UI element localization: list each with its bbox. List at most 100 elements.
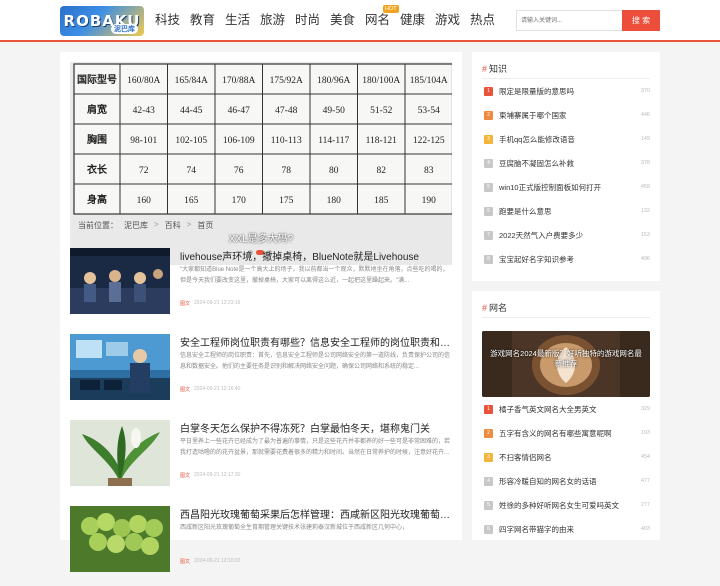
- size-table-cell: 175/92A: [270, 76, 303, 86]
- size-table-cell: 165: [184, 196, 199, 206]
- list-item[interactable]: 6 跑要是什么意思 132: [484, 199, 650, 223]
- list-item[interactable]: 3 不扫客情侣网名 454: [484, 445, 650, 469]
- article-title[interactable]: 白掌冬天怎么保护不得冻死？白掌最怕冬天，堪称鬼门关: [180, 420, 452, 435]
- breadcrumb-item-baike[interactable]: 百科: [165, 220, 181, 231]
- size-table-row-label: 身高: [87, 193, 107, 206]
- rank-badge: 6: [484, 524, 493, 534]
- nav-item-youxi[interactable]: 游戏: [430, 0, 465, 40]
- article-thumbnail[interactable]: [70, 334, 170, 400]
- view-count: 446: [640, 112, 650, 118]
- list-item-title[interactable]: 橘子香气英文网名大全男英文: [499, 404, 641, 415]
- list-item[interactable]: 2 柬埔寨属于哪个国家 446: [484, 103, 650, 127]
- logo-subtext: 泥巴库: [111, 24, 138, 34]
- article-category[interactable]: 图文: [180, 472, 190, 479]
- list-item-title[interactable]: 宝宝起好名字知识参考: [499, 254, 641, 265]
- article-item[interactable]: livehouse声环境，撤掉桌椅，BlueNote就是Livehouse "大…: [70, 248, 452, 328]
- hash-icon: #: [482, 64, 488, 74]
- list-item[interactable]: 5 win10正式版控制面板如何打开 459: [484, 175, 650, 199]
- list-item[interactable]: 7 2022天然气入户费要多少 153: [484, 223, 650, 247]
- view-count: 459: [640, 184, 650, 190]
- size-table-cell: 72: [139, 166, 149, 176]
- view-count: 403: [640, 526, 650, 532]
- list-item-title[interactable]: 2022天然气入户费要多少: [499, 230, 641, 241]
- article-item[interactable]: 安全工程师岗位职责有哪些？信息安全工程师的岗位职责和工作内容 信息安全工程师的岗…: [70, 334, 452, 414]
- list-item[interactable]: 8 宝宝起好名字知识参考 496: [484, 247, 650, 271]
- site-header: ROBAKU 泥巴库 科技 教育 生活 旅游 时尚 美食 网名 HOT 健康 游戏…: [0, 0, 720, 42]
- list-item-title[interactable]: 跑要是什么意思: [499, 206, 641, 217]
- nav-item-jiaoyu[interactable]: 教育: [185, 0, 220, 40]
- nav-item-shishang[interactable]: 时尚: [290, 0, 325, 40]
- nav-item-shenghuo[interactable]: 生活: [220, 0, 255, 40]
- list-item-title[interactable]: 豆腐脑不凝固怎么补救: [499, 158, 641, 169]
- list-item-title[interactable]: 四字网名带猫字的由来: [499, 524, 641, 535]
- list-item-title[interactable]: 姓徐的多种好听网名女生可爱吗英文: [499, 500, 641, 511]
- article-item[interactable]: 白掌冬天怎么保护不得冻死？白掌最怕冬天，堪称鬼门关 平日里养上一些花卉已经成为了…: [70, 420, 452, 500]
- rank-badge: 4: [484, 476, 493, 486]
- nav-item-lvyou[interactable]: 旅游: [255, 0, 290, 40]
- article-thumbnail[interactable]: [70, 248, 170, 314]
- nav-item-wangming[interactable]: 网名 HOT: [360, 0, 399, 40]
- article-category[interactable]: 图文: [180, 558, 190, 565]
- view-count: 477: [640, 478, 650, 484]
- list-item-title[interactable]: 五字有含义的网名有哪些寓意呢啊: [499, 428, 641, 439]
- sidebar-title-text: 网名: [489, 303, 508, 313]
- article-item[interactable]: 西昌阳光玫瑰葡萄采果后怎样管理：西咸新区阳光玫瑰葡萄采收 西咸新区阳光玫瑰葡萄全…: [70, 506, 452, 586]
- sidebar-feature-banner[interactable]: 游戏网名2024最新版？好听独特的游戏网名最新推荐: [482, 331, 650, 397]
- breadcrumb-item-home-site[interactable]: 泥巴库: [124, 220, 148, 231]
- rank-badge: 2: [484, 428, 493, 438]
- article-thumbnail[interactable]: [70, 420, 170, 486]
- size-table-cell: 51-52: [370, 106, 392, 116]
- list-item[interactable]: 4 形容冷暖自知的网名女的话语 477: [484, 469, 650, 493]
- nav-item-jiankang[interactable]: 健康: [395, 0, 430, 40]
- article-category[interactable]: 图文: [180, 386, 190, 393]
- list-item[interactable]: 1 橘子香气英文网名大全男英文 329: [484, 397, 650, 421]
- list-item-title[interactable]: 不扫客情侣网名: [499, 452, 641, 463]
- article-date: 2024-09-21 12:23:16: [194, 300, 241, 306]
- search-input[interactable]: [516, 10, 624, 31]
- sidebar-banner-caption[interactable]: 游戏网名2024最新版？好听独特的游戏网名最新推荐: [490, 349, 642, 369]
- article-title[interactable]: livehouse声环境，撤掉桌椅，BlueNote就是Livehouse: [180, 248, 452, 263]
- nav-item-redian[interactable]: 热点: [465, 0, 500, 40]
- list-item[interactable]: 2 五字有含义的网名有哪些寓意呢啊 193: [484, 421, 650, 445]
- size-table-row-label: 国际型号: [77, 73, 117, 86]
- list-item[interactable]: 5 姓徐的多种好听网名女生可爱吗英文 277: [484, 493, 650, 517]
- list-item-title[interactable]: 限定是限量版的意思吗: [499, 86, 641, 97]
- list-item-title[interactable]: 柬埔寨属于哪个国家: [499, 110, 641, 121]
- article-meta: 图文 2024-09-21 12:23:16: [180, 300, 240, 307]
- size-table-cell: 180: [327, 196, 342, 206]
- nav-item-meishi[interactable]: 美食: [325, 0, 360, 40]
- size-table-cell: 76: [234, 166, 244, 176]
- list-item-title[interactable]: win10正式版控制面板如何打开: [499, 182, 641, 193]
- rank-badge: 1: [484, 404, 493, 414]
- search-button[interactable]: 搜 索: [622, 10, 660, 31]
- breadcrumb-item-home[interactable]: 首页: [197, 220, 213, 231]
- site-logo[interactable]: ROBAKU 泥巴库: [60, 6, 144, 36]
- article-summary: 平日里养上一些花卉已经成为了最为普遍的事情，只是这些花卉并非都养的好一些可是非常…: [180, 439, 451, 456]
- size-table-cell: 160/80A: [127, 76, 160, 86]
- list-item-title[interactable]: 形容冷暖自知的网名女的话语: [499, 476, 641, 487]
- article-thumbnail[interactable]: [70, 506, 170, 572]
- list-item[interactable]: 3 手机qq怎么能修改语音 149: [484, 127, 650, 151]
- nav-item-keji[interactable]: 科技: [150, 0, 185, 40]
- hash-icon: #: [482, 303, 488, 313]
- article-category[interactable]: 图文: [180, 300, 190, 307]
- banner-caption: XXL是多大码?: [228, 234, 294, 245]
- article-summary: "大家都知道Blue Note是一个高大上的场子，我以前都当一个观众，默默地坐在…: [180, 267, 449, 284]
- rank-badge: 2: [484, 110, 493, 120]
- list-item[interactable]: 1 限定是限量版的意思吗 370: [484, 79, 650, 103]
- rank-badge: 4: [484, 158, 493, 168]
- size-table-cell: 122-125: [413, 136, 445, 146]
- size-table-cell: 190: [422, 196, 437, 206]
- size-table-cell: 180/96A: [317, 76, 350, 86]
- size-table-cell: 114-117: [318, 136, 349, 146]
- list-item[interactable]: 4 豆腐脑不凝固怎么补救 378: [484, 151, 650, 175]
- banner-slider[interactable]: 国际型号 160/80A 165/84A 170/88A 175/92A 180/96A 1…: [70, 62, 452, 265]
- article-date: 2024-09-21 12:17:30: [194, 472, 241, 478]
- list-item-title[interactable]: 手机qq怎么能修改语音: [499, 134, 641, 145]
- view-count: 149: [640, 136, 650, 142]
- article-title[interactable]: 安全工程师岗位职责有哪些？信息安全工程师的岗位职责和工作内容: [180, 334, 452, 349]
- article-title[interactable]: 西昌阳光玫瑰葡萄采果后怎样管理：西咸新区阳光玫瑰葡萄采收: [180, 506, 452, 521]
- list-item[interactable]: 6 四字网名带猫字的由来 403: [484, 517, 650, 541]
- size-table-cell: 80: [329, 166, 339, 176]
- size-table-cell: 46-47: [228, 106, 250, 116]
